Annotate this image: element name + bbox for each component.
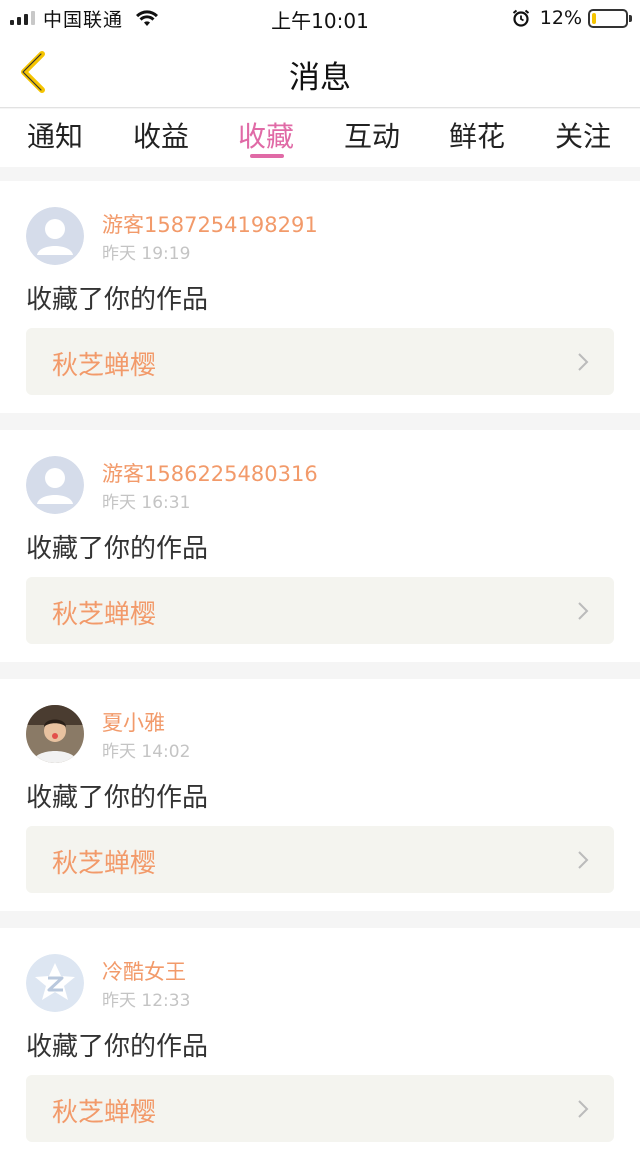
message-card: 夏小雅 昨天 14:02 收藏了你的作品 秋芝蝉樱 — [0, 679, 640, 911]
battery-percent: 12% — [539, 7, 582, 29]
work-link[interactable]: 秋芝蝉樱 — [26, 577, 614, 644]
tab-flowers[interactable]: 鲜花 — [442, 115, 512, 155]
message-tabs: 通知 收益 收藏 互动 鲜花 关注 — [0, 109, 640, 167]
action-text: 收藏了你的作品 — [26, 1032, 209, 1062]
chevron-right-icon — [578, 851, 589, 869]
timestamp: 昨天 19:19 — [102, 244, 191, 264]
tab-favorites[interactable]: 收藏 — [231, 115, 301, 155]
tab-notifications[interactable]: 通知 — [20, 115, 90, 155]
work-title: 秋芝蝉樱 — [52, 849, 157, 879]
tab-earnings[interactable]: 收益 — [126, 115, 196, 155]
chevron-right-icon — [578, 602, 589, 620]
message-card: 冷酷女王 昨天 12:33 收藏了你的作品 秋芝蝉樱 — [0, 928, 640, 1160]
timestamp: 昨天 16:31 — [102, 493, 191, 513]
tab-interactions[interactable]: 互动 — [337, 115, 407, 155]
active-tab-indicator — [250, 154, 284, 158]
alarm-clock-icon — [512, 9, 529, 27]
timestamp: 昨天 14:02 — [102, 742, 191, 762]
page-title: 消息 — [289, 60, 351, 96]
work-link[interactable]: 秋芝蝉樱 — [26, 826, 614, 893]
work-title: 秋芝蝉樱 — [52, 1098, 157, 1128]
username[interactable]: 冷酷女王 — [102, 956, 186, 986]
username[interactable]: 游客1586225480316 — [102, 458, 318, 488]
tab-follows[interactable]: 关注 — [548, 115, 618, 155]
work-link[interactable]: 秋芝蝉樱 — [26, 328, 614, 395]
action-text: 收藏了你的作品 — [26, 534, 209, 564]
username[interactable]: 游客1587254198291 — [102, 209, 318, 239]
work-title: 秋芝蝉樱 — [52, 600, 157, 630]
default-avatar-icon[interactable] — [26, 207, 84, 265]
message-card: 游客1586225480316 昨天 16:31 收藏了你的作品 秋芝蝉樱 — [0, 430, 640, 662]
chevron-right-icon — [578, 353, 589, 371]
action-text: 收藏了你的作品 — [26, 783, 209, 813]
navigation-bar: 消息 — [0, 36, 640, 108]
battery-icon — [588, 8, 632, 28]
work-link[interactable]: 秋芝蝉樱 — [26, 1075, 614, 1142]
chevron-right-icon — [578, 1100, 589, 1118]
username[interactable]: 夏小雅 — [102, 707, 165, 737]
work-title: 秋芝蝉樱 — [52, 351, 157, 381]
qq-star-avatar-icon[interactable] — [26, 954, 84, 1012]
user-photo-avatar[interactable] — [26, 705, 84, 763]
status-bar: 中国联通 上午10:01 12% — [0, 0, 640, 36]
battery-level-fill — [592, 12, 596, 24]
status-right: 12% — [512, 6, 632, 30]
message-card: 游客1587254198291 昨天 19:19 收藏了你的作品 秋芝蝉樱 — [0, 181, 640, 413]
default-avatar-icon[interactable] — [26, 456, 84, 514]
timestamp: 昨天 12:33 — [102, 991, 191, 1011]
action-text: 收藏了你的作品 — [26, 285, 209, 315]
